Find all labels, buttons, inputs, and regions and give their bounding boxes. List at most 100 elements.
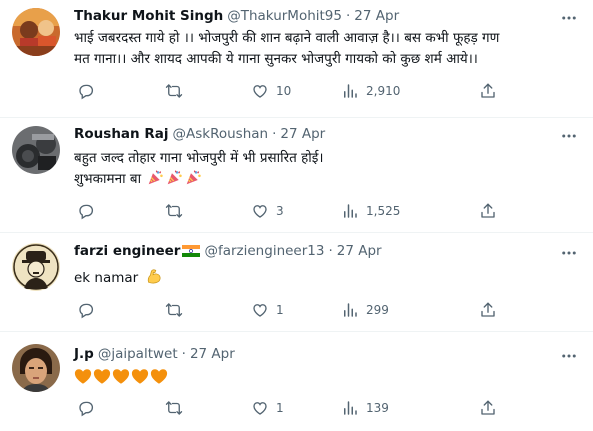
reply-icon — [74, 396, 98, 420]
author-handle[interactable]: @farziengineer13 — [204, 243, 324, 259]
like-button[interactable]: 3 — [248, 199, 284, 223]
separator-dot: · — [181, 346, 186, 362]
views-button[interactable]: 2,910 — [338, 79, 400, 103]
author-name[interactable]: J.p — [74, 346, 94, 362]
party-popper-icon — [147, 169, 164, 193]
views-button[interactable]: 1,525 — [338, 199, 400, 223]
tweet-text-line: बहुत जल्द तोहार गाना भोजपुरी में भी प्रस… — [74, 150, 324, 166]
tweet-text-segment: शुभकामना बा — [74, 171, 142, 187]
view-count: 299 — [366, 303, 389, 317]
tweet-actions: 10 2,910 — [66, 79, 506, 103]
tweet-actions: 1 299 — [66, 298, 506, 322]
view-count: 1,525 — [366, 204, 401, 218]
views-icon — [338, 396, 362, 420]
orange-heart-icon — [150, 368, 168, 392]
share-button[interactable] — [476, 199, 500, 223]
reply-icon — [74, 79, 98, 103]
share-icon — [476, 199, 500, 223]
flexed-biceps-icon — [145, 267, 163, 292]
author-handle[interactable]: @jaipaltwet — [98, 346, 178, 362]
more-options-icon[interactable] — [559, 346, 579, 366]
heart-icon — [248, 298, 272, 322]
view-count: 2,910 — [366, 84, 401, 98]
separator-dot: · — [346, 8, 351, 24]
reply-button[interactable] — [74, 396, 102, 420]
more-options-icon[interactable] — [559, 243, 579, 263]
tweet-3[interactable]: farzi engineer @farziengineer13 · 27 Apr… — [0, 233, 593, 332]
like-count: 1 — [276, 401, 284, 415]
like-button[interactable]: 10 — [248, 79, 291, 103]
views-icon — [338, 79, 362, 103]
orange-heart-icon — [93, 368, 111, 392]
tweet-text-line: मत गाना।। और शायद आपकी ये गाना सुनकर भोज… — [74, 51, 478, 67]
avatar[interactable] — [12, 8, 60, 56]
tweet-timestamp[interactable]: 27 Apr — [337, 243, 382, 259]
retweet-button[interactable] — [162, 396, 190, 420]
views-icon — [338, 298, 362, 322]
heart-icon — [248, 79, 272, 103]
tweet-text: भाई जबरदस्त गाये हो ।। भोजपुरी की शान बढ… — [74, 28, 554, 70]
share-button[interactable] — [476, 396, 500, 420]
author-handle[interactable]: @AskRoushan — [172, 126, 268, 142]
retweet-button[interactable] — [162, 298, 190, 322]
author-name[interactable]: Roushan Raj — [74, 126, 168, 142]
tweet-text-line: भाई जबरदस्त गाये हो ।। भोजपुरी की शान बढ… — [74, 30, 500, 46]
like-count: 3 — [276, 204, 284, 218]
india-flag-icon — [182, 245, 201, 257]
like-count: 1 — [276, 303, 284, 317]
tweet-text-segment: ek namar — [74, 270, 139, 286]
tweet-timestamp[interactable]: 27 Apr — [280, 126, 325, 142]
reply-button[interactable] — [74, 298, 102, 322]
views-button[interactable]: 299 — [338, 298, 389, 322]
avatar[interactable] — [12, 344, 60, 392]
share-icon — [476, 79, 500, 103]
like-button[interactable]: 1 — [248, 396, 284, 420]
tweet-text — [74, 366, 554, 392]
more-options-icon[interactable] — [559, 126, 579, 146]
views-button[interactable]: 139 — [338, 396, 389, 420]
more-options-icon[interactable] — [559, 8, 579, 28]
reply-button[interactable] — [74, 199, 102, 223]
avatar[interactable] — [12, 243, 60, 291]
tweet-timestamp[interactable]: 27 Apr — [354, 8, 399, 24]
share-icon — [476, 298, 500, 322]
tweet-actions: 1 139 — [66, 396, 506, 420]
tweet-text-line-with-emoji: ek namar — [74, 267, 554, 292]
author-name[interactable]: Thakur Mohit Singh — [74, 8, 223, 24]
orange-heart-icon — [74, 368, 92, 392]
share-button[interactable] — [476, 298, 500, 322]
like-button[interactable]: 1 — [248, 298, 284, 322]
heart-icon — [248, 396, 272, 420]
tweet-text-line-with-emoji: शुभकामना बा — [74, 169, 554, 193]
view-count: 139 — [366, 401, 389, 415]
retweet-button[interactable] — [162, 79, 190, 103]
separator-dot: · — [272, 126, 277, 142]
views-icon — [338, 199, 362, 223]
author-name[interactable]: farzi engineer — [74, 243, 180, 259]
orange-heart-icon — [131, 368, 149, 392]
tweet-actions: 3 1,525 — [66, 199, 506, 223]
reply-icon — [74, 298, 98, 322]
separator-dot: · — [328, 243, 333, 259]
party-popper-icon — [185, 169, 202, 193]
tweet-1[interactable]: Thakur Mohit Singh @ThakurMohit95 · 27 A… — [0, 0, 593, 118]
avatar[interactable] — [12, 126, 60, 174]
party-popper-icon — [166, 169, 183, 193]
tweet-emoji-line — [74, 366, 554, 392]
tweet-2[interactable]: Roushan Raj @AskRoushan · 27 Apr बहुत जल… — [0, 118, 593, 233]
tweet-4[interactable]: J.p @jaipaltwet · 27 Apr 1 139 — [0, 332, 593, 431]
retweet-icon — [162, 396, 186, 420]
retweet-button[interactable] — [162, 199, 190, 223]
heart-icon — [248, 199, 272, 223]
orange-heart-icon — [112, 368, 130, 392]
tweet-timestamp[interactable]: 27 Apr — [190, 346, 235, 362]
retweet-icon — [162, 298, 186, 322]
tweet-text: ek namar — [74, 267, 554, 292]
author-handle[interactable]: @ThakurMohit95 — [227, 8, 342, 24]
tweet-text: बहुत जल्द तोहार गाना भोजपुरी में भी प्रस… — [74, 148, 554, 193]
share-button[interactable] — [476, 79, 500, 103]
reply-button[interactable] — [74, 79, 102, 103]
retweet-icon — [162, 79, 186, 103]
share-icon — [476, 396, 500, 420]
retweet-icon — [162, 199, 186, 223]
